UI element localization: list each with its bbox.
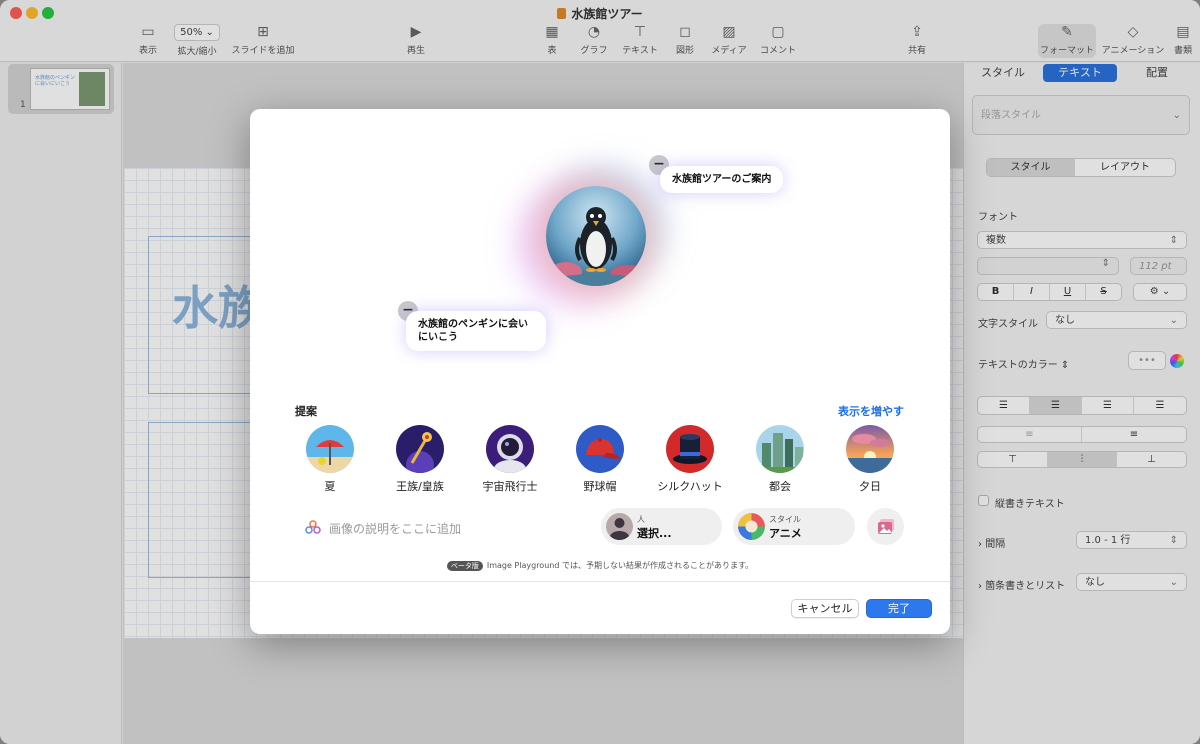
suggestion-label: 夕日 xyxy=(859,480,881,493)
suggestion-royalty[interactable]: 王族/皇族 xyxy=(385,425,455,494)
suggestion-top-hat[interactable]: シルクハット xyxy=(655,425,725,494)
generated-image-preview[interactable] xyxy=(546,186,646,286)
suggestion-sunset[interactable]: 夕日 xyxy=(835,425,905,494)
suggestions-title: 提案 xyxy=(295,405,317,418)
beach-umbrella-icon xyxy=(306,425,354,473)
keynote-window: 水族館ツアー ▭ 表示 50% ⌄ 拡大/縮小 ⊞ スライドを追加 ▶ 再生 ▦ 表 ◔ グ… xyxy=(0,0,1200,744)
person-caption: 人 xyxy=(637,515,645,524)
person-value: 選択... xyxy=(637,527,672,540)
baseball-cap-image xyxy=(576,425,624,473)
photo-icon xyxy=(878,519,894,534)
suggestion-summer[interactable]: 夏 xyxy=(295,425,365,494)
style-icon xyxy=(738,513,765,540)
beach-umbrella-image xyxy=(306,425,354,473)
city-icon xyxy=(756,425,804,473)
suggestion-city[interactable]: 都会 xyxy=(745,425,815,494)
description-placeholder: 画像の説明をここに追加 xyxy=(329,522,462,536)
beta-notice: ベータ版 Image Playground では、予期しない結果が作成されることが… xyxy=(250,560,950,571)
suggestion-label: 王族/皇族 xyxy=(396,480,444,493)
done-button[interactable]: 完了 xyxy=(866,599,932,618)
style-caption: スタイル xyxy=(769,515,801,524)
style-swatch xyxy=(738,513,765,540)
suggestion-label: シルクハット xyxy=(657,480,723,493)
scepter-icon xyxy=(396,425,444,473)
person-avatar xyxy=(606,513,633,540)
suggestion-label: 野球帽 xyxy=(583,480,617,493)
penguin-image xyxy=(546,186,646,286)
astronaut-icon xyxy=(486,425,534,473)
scepter-image xyxy=(396,425,444,473)
top-hat-image xyxy=(666,425,714,473)
concept-bubble-title[interactable]: 水族館ツアーのご案内 xyxy=(660,166,784,193)
sunset-icon xyxy=(846,425,894,473)
cancel-button[interactable]: キャンセル xyxy=(791,599,859,618)
image-playground-icon xyxy=(305,520,321,534)
image-playground-sheet: − 水族館ツアーのご案内 − 水族館のペンギンに会いにいこう 提案 表示を増やす… xyxy=(250,109,950,634)
concept-bubble-subtitle[interactable]: 水族館のペンギンに会いにいこう xyxy=(406,311,546,351)
style-picker[interactable]: スタイル アニメ xyxy=(733,508,855,545)
baseball-cap-icon xyxy=(576,425,624,473)
show-more-link[interactable]: 表示を増やす xyxy=(838,403,904,419)
style-value: アニメ xyxy=(769,527,802,540)
top-hat-icon xyxy=(666,425,714,473)
suggestion-label: 宇宙飛行士 xyxy=(482,480,538,493)
suggestion-label: 夏 xyxy=(324,480,336,493)
footer-divider xyxy=(250,581,950,582)
astronaut-image xyxy=(486,425,534,473)
suggestion-label: 都会 xyxy=(769,480,791,493)
beta-badge: ベータ版 xyxy=(446,561,483,571)
suggestion-baseball-cap[interactable]: 野球帽 xyxy=(565,425,635,494)
suggestion-astronaut[interactable]: 宇宙飛行士 xyxy=(475,425,545,494)
sunset-image xyxy=(846,425,894,473)
beta-notice-text: Image Playground では、予期しない結果が作成されることがあります… xyxy=(486,561,754,570)
photo-picker-button[interactable] xyxy=(867,508,904,545)
person-picker[interactable]: 人 選択... xyxy=(601,508,722,545)
city-image xyxy=(756,425,804,473)
person-icon xyxy=(606,513,633,540)
